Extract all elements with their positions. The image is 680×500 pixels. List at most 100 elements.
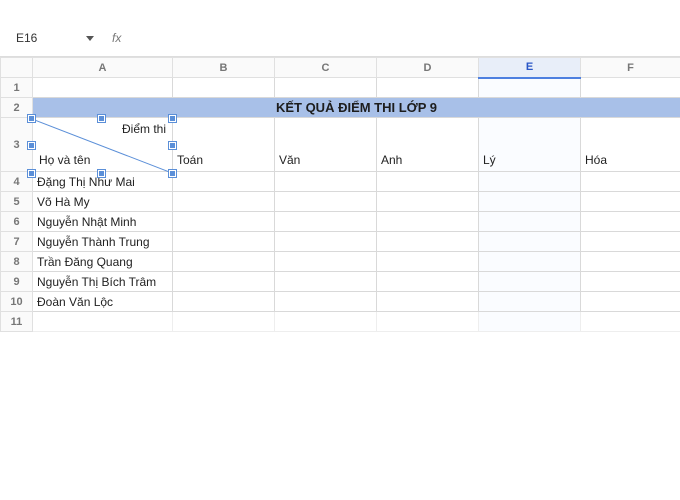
title-cell[interactable]: KẾT QUẢ ĐIỂM THI LỚP 9 [33,98,680,118]
cell-F1[interactable] [581,78,680,98]
cell-A7[interactable]: Nguyễn Thành Trung [33,232,173,252]
formula-input[interactable] [135,28,680,48]
cell-B11[interactable] [173,312,275,332]
row-6: 6 Nguyễn Nhật Minh [1,212,680,232]
shape-handle-e[interactable] [169,142,176,149]
cell-F6[interactable] [581,212,680,232]
cell-D4[interactable] [377,172,479,192]
col-header-F[interactable]: F [581,58,680,78]
cell-E3[interactable]: Lý [479,118,581,172]
row-header-7[interactable]: 7 [1,232,33,252]
cell-A11[interactable] [33,312,173,332]
cell-E5[interactable] [479,192,581,212]
cell-C11[interactable] [275,312,377,332]
cell-D3[interactable]: Anh [377,118,479,172]
row-7: 7 Nguyễn Thành Trung [1,232,680,252]
cell-C8[interactable] [275,252,377,272]
row-header-8[interactable]: 8 [1,252,33,272]
name-box-dropdown-icon[interactable] [86,36,94,41]
cell-E10[interactable] [479,292,581,312]
cell-D6[interactable] [377,212,479,232]
row-1: 1 [1,78,680,98]
shape-handle-se[interactable] [169,170,176,177]
cell-D1[interactable] [377,78,479,98]
row-5: 5 Võ Hà My [1,192,680,212]
cell-F4[interactable] [581,172,680,192]
cell-B1[interactable] [173,78,275,98]
row-8: 8 Trần Đăng Quang [1,252,680,272]
row-header-6[interactable]: 6 [1,212,33,232]
cell-B8[interactable] [173,252,275,272]
cell-B3[interactable]: Toán [173,118,275,172]
col-header-D[interactable]: D [377,58,479,78]
row-header-5[interactable]: 5 [1,192,33,212]
cell-A1[interactable] [33,78,173,98]
col-header-A[interactable]: A [33,58,173,78]
row-11: 11 [1,312,680,332]
col-header-C[interactable]: C [275,58,377,78]
cell-C5[interactable] [275,192,377,212]
cell-A9[interactable]: Nguyễn Thị Bích Trâm [33,272,173,292]
row-9: 9 Nguyễn Thị Bích Trâm [1,272,680,292]
cell-D10[interactable] [377,292,479,312]
cell-A8[interactable]: Trần Đăng Quang [33,252,173,272]
spreadsheet-grid[interactable]: A B C D E F 1 2 KẾT QUẢ ĐIỂM THI LỚP 9 3… [0,57,680,332]
cell-E9[interactable] [479,272,581,292]
shape-handle-sw[interactable] [28,170,35,177]
fx-label: fx [112,31,121,45]
diag-bottom-label: Họ và tên [39,153,90,167]
cell-E6[interactable] [479,212,581,232]
cell-E4[interactable] [479,172,581,192]
name-box[interactable] [14,28,78,48]
shape-handle-w[interactable] [28,142,35,149]
cell-E1[interactable] [479,78,581,98]
cell-F10[interactable] [581,292,680,312]
shape-handle-s[interactable] [98,170,105,177]
row-header-1[interactable]: 1 [1,78,33,98]
cell-C3[interactable]: Văn [275,118,377,172]
cell-F3[interactable]: Hóa [581,118,680,172]
cell-E8[interactable] [479,252,581,272]
row-header-11[interactable]: 11 [1,312,33,332]
cell-D9[interactable] [377,272,479,292]
col-header-E[interactable]: E [479,58,581,78]
select-all-corner[interactable] [1,58,33,78]
shape-handle-nw[interactable] [28,115,35,122]
cell-A10[interactable]: Đoàn Văn Lộc [33,292,173,312]
cell-A5[interactable]: Võ Hà My [33,192,173,212]
cell-B10[interactable] [173,292,275,312]
column-header-row: A B C D E F [1,58,680,78]
cell-B4[interactable] [173,172,275,192]
cell-C10[interactable] [275,292,377,312]
cell-D11[interactable] [377,312,479,332]
cell-C7[interactable] [275,232,377,252]
row-header-10[interactable]: 10 [1,292,33,312]
shape-handle-ne[interactable] [169,115,176,122]
cell-D5[interactable] [377,192,479,212]
row-3: 3 Điểm thi Họ và tên Toán Văn Anh Lý Hóa [1,118,680,172]
cell-A3-diagonal-header[interactable]: Điểm thi Họ và tên [33,118,173,172]
formula-bar-row: fx [0,0,680,54]
cell-D8[interactable] [377,252,479,272]
shape-handle-n[interactable] [98,115,105,122]
cell-B5[interactable] [173,192,275,212]
cell-F8[interactable] [581,252,680,272]
cell-E7[interactable] [479,232,581,252]
cell-F11[interactable] [581,312,680,332]
cell-D7[interactable] [377,232,479,252]
cell-C4[interactable] [275,172,377,192]
cell-C9[interactable] [275,272,377,292]
cell-F7[interactable] [581,232,680,252]
cell-C1[interactable] [275,78,377,98]
cell-E11[interactable] [479,312,581,332]
cell-F9[interactable] [581,272,680,292]
cell-B7[interactable] [173,232,275,252]
cell-B6[interactable] [173,212,275,232]
col-header-B[interactable]: B [173,58,275,78]
cell-A6[interactable]: Nguyễn Nhật Minh [33,212,173,232]
cell-C6[interactable] [275,212,377,232]
cell-B9[interactable] [173,272,275,292]
diag-top-label: Điểm thi [122,122,166,136]
cell-F5[interactable] [581,192,680,212]
row-header-9[interactable]: 9 [1,272,33,292]
